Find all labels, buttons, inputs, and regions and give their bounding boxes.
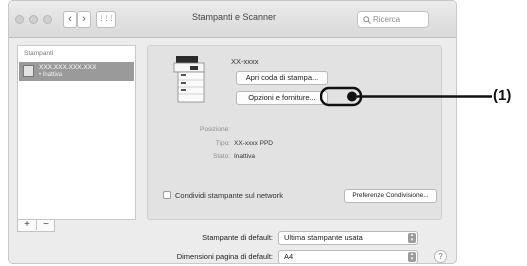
remove-printer-button[interactable]: − (36, 219, 55, 230)
printer-icon (173, 56, 205, 103)
search-field[interactable]: Ricerca (357, 11, 429, 28)
chevron-updown-icon: ▴ ▾ (408, 233, 416, 243)
minimize-window-button[interactable] (29, 15, 38, 24)
search-icon (363, 16, 371, 24)
paper-size-value: A4 (284, 252, 294, 261)
default-printer-label: Stampante di default: (202, 233, 273, 242)
sharing-preferences-button[interactable]: Preferenze Condivisione... (344, 189, 437, 203)
close-window-button[interactable] (15, 15, 24, 24)
printer-list-item-name: XXX.XXX.XXX.XXX (39, 64, 97, 71)
printer-list-header: Stampanti (24, 50, 54, 57)
printer-list-item-status: • Inattiva (39, 72, 63, 78)
status-label: Stato: (213, 153, 230, 160)
printer-detail-panel: XX-xxxx Apri coda di stampa... Opzioni e… (147, 45, 442, 220)
options-supplies-button[interactable]: Opzioni e forniture... (236, 91, 328, 105)
printers-scanners-window: ‹ › ⋮⋮⋮ Stampanti e Scanner Ricerca Stam… (8, 0, 457, 264)
printer-name: XX-xxxx (231, 57, 259, 66)
callout-label: (1) (493, 87, 512, 104)
back-icon[interactable]: ‹ (63, 11, 77, 28)
callout-indicator (320, 86, 492, 107)
add-remove-control: + − (17, 219, 55, 232)
chevron-updown-icon: ▴ ▾ (408, 252, 416, 262)
title-bar: ‹ › ⋮⋮⋮ Stampanti e Scanner Ricerca (9, 1, 456, 38)
share-printer-label: Condividi stampante sul network (175, 191, 283, 200)
type-label: Tipo: (215, 140, 230, 147)
open-print-queue-button[interactable]: Apri coda di stampa... (236, 71, 328, 85)
search-placeholder: Ricerca (373, 15, 401, 24)
type-value: XX-xxxx PPD (234, 140, 274, 147)
paper-size-label: Dimensioni pagina di default: (176, 252, 273, 261)
printer-list-item[interactable]: XXX.XXX.XXX.XXX • Inattiva (19, 62, 134, 81)
status-value: Inattiva (234, 153, 255, 160)
default-printer-select[interactable]: Ultima stampante usata ▴ ▾ (278, 231, 418, 245)
window-title: Stampanti e Scanner (191, 12, 277, 22)
paper-size-select[interactable]: A4 ▴ ▾ (278, 250, 418, 263)
add-printer-button[interactable]: + (18, 219, 36, 230)
zoom-window-button[interactable] (43, 15, 52, 24)
grid-icon[interactable]: ⋮⋮⋮ (96, 11, 116, 28)
printer-list: Stampanti XXX.XXX.XXX.XXX • Inattiva (17, 45, 136, 220)
location-label: Posizione: (200, 126, 230, 133)
help-icon[interactable]: ? (434, 250, 447, 263)
share-printer-checkbox[interactable] (163, 191, 171, 199)
default-printer-value: Ultima stampante usata (284, 233, 363, 242)
printer-icon (23, 65, 34, 77)
forward-icon[interactable]: › (77, 11, 91, 28)
